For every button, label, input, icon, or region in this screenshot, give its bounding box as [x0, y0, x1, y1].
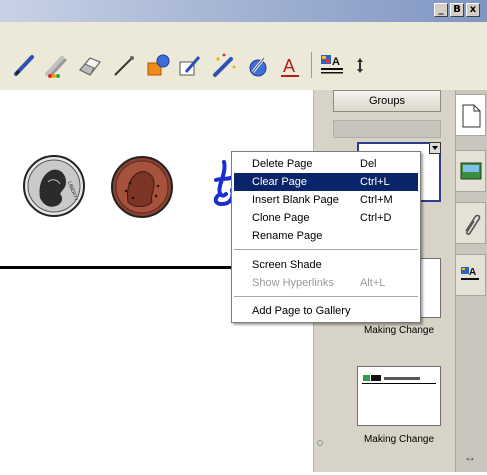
close-button[interactable]: x	[466, 3, 480, 17]
menu-item-screen-shade[interactable]: Screen Shade	[234, 256, 418, 274]
eraser-button[interactable]	[76, 50, 104, 80]
thumbnail-label: Making Change	[363, 325, 435, 336]
context-menu: Delete Page Del Clear Page Ctrl+L Insert…	[231, 151, 421, 323]
groups-button[interactable]: Groups	[333, 90, 441, 112]
menu-item-shortcut: Ctrl+D	[360, 212, 392, 224]
move-toolbar-button[interactable]	[346, 50, 374, 80]
menu-item-clear-page[interactable]: Clear Page Ctrl+L	[234, 173, 418, 191]
gallery-icon	[460, 162, 482, 180]
page-icon	[462, 104, 481, 128]
menu-item-add-page-to-gallery[interactable]: Add Page to Gallery	[234, 302, 418, 320]
page-group-field[interactable]	[333, 120, 441, 138]
menu-item-clone-page[interactable]: Clone Page Ctrl+D	[234, 209, 418, 227]
shape-tool-button[interactable]	[144, 50, 172, 80]
fill-tool-icon	[179, 56, 201, 76]
menu-item-label: Add Page to Gallery	[252, 305, 351, 317]
eraser-icon	[79, 57, 101, 76]
pen-tool-button[interactable]	[10, 50, 38, 80]
menu-item-shortcut: Ctrl+L	[360, 176, 390, 188]
shape-recognition-button[interactable]	[244, 50, 272, 80]
fill-tool-button[interactable]	[176, 50, 204, 80]
resize-arrows-icon[interactable]: ↔	[464, 450, 476, 464]
menu-item-label: Rename Page	[252, 230, 323, 242]
menu-item-label: Clone Page	[252, 212, 310, 224]
menu-bar	[0, 22, 487, 42]
creative-pen-icon	[45, 56, 67, 78]
toolbar-separator	[311, 52, 312, 78]
tab-gallery[interactable]	[456, 150, 486, 192]
pen-tool-icon	[14, 55, 34, 76]
toolbar: A A	[0, 42, 487, 91]
table-tool-letter: A	[332, 56, 340, 68]
menu-item-show-hyperlinks: Show Hyperlinks Alt+L	[234, 274, 418, 292]
magic-pen-button[interactable]	[210, 50, 238, 80]
thumbnail-preview	[362, 375, 436, 384]
line-tool-icon	[114, 56, 134, 76]
penny-coin[interactable]	[111, 156, 173, 218]
resize-grip[interactable]	[317, 440, 323, 446]
menu-item-label: Delete Page	[252, 158, 313, 170]
menu-item-shortcut: Del	[360, 158, 377, 170]
tab-properties[interactable]: A	[456, 254, 486, 296]
menu-item-shortcut: Alt+L	[360, 277, 386, 289]
side-tabs: A ↔	[455, 90, 487, 472]
menu-item-label: Show Hyperlinks	[252, 277, 334, 289]
menu-separator	[234, 249, 418, 250]
paperclip-icon	[465, 214, 481, 235]
title-bar: _ B x	[0, 0, 487, 22]
page-thumbnail[interactable]	[357, 366, 441, 426]
menu-item-label: Insert Blank Page	[252, 194, 339, 206]
shape-recognition-icon	[249, 57, 267, 77]
maximize-button[interactable]: B	[450, 3, 464, 17]
thumbnail-menu-arrow[interactable]	[429, 142, 441, 154]
menu-item-delete-page[interactable]: Delete Page Del	[234, 155, 418, 173]
text-tool-icon: A	[281, 56, 299, 77]
creative-pen-button[interactable]	[42, 50, 70, 80]
minimize-button[interactable]: _	[434, 3, 448, 17]
properties-icon: A	[461, 267, 479, 280]
menu-item-shortcut: Ctrl+M	[360, 194, 393, 206]
text-tool-letter: A	[283, 56, 295, 76]
tab-attachments[interactable]	[456, 202, 486, 244]
move-toolbar-icon	[357, 58, 363, 73]
menu-item-insert-blank-page[interactable]: Insert Blank Page Ctrl+M	[234, 191, 418, 209]
table-tool-icon: A	[321, 55, 343, 74]
line-tool-button[interactable]	[110, 50, 138, 80]
menu-item-rename-page[interactable]: Rename Page	[234, 227, 418, 245]
tab-page-sorter[interactable]	[456, 94, 486, 136]
shape-tool-icon	[147, 54, 170, 76]
svg-text:A: A	[469, 267, 476, 278]
text-tool-button[interactable]: A	[276, 50, 304, 80]
magic-pen-icon	[213, 53, 236, 77]
thumbnail-label: Making Change	[363, 434, 435, 445]
menu-separator	[234, 296, 418, 297]
menu-item-label: Screen Shade	[252, 259, 322, 271]
chevron-down-icon	[432, 146, 438, 150]
nickel-coin[interactable]: LIBERTY	[23, 155, 85, 217]
menu-item-label: Clear Page	[252, 176, 308, 188]
table-tool-button[interactable]: A	[318, 50, 346, 80]
